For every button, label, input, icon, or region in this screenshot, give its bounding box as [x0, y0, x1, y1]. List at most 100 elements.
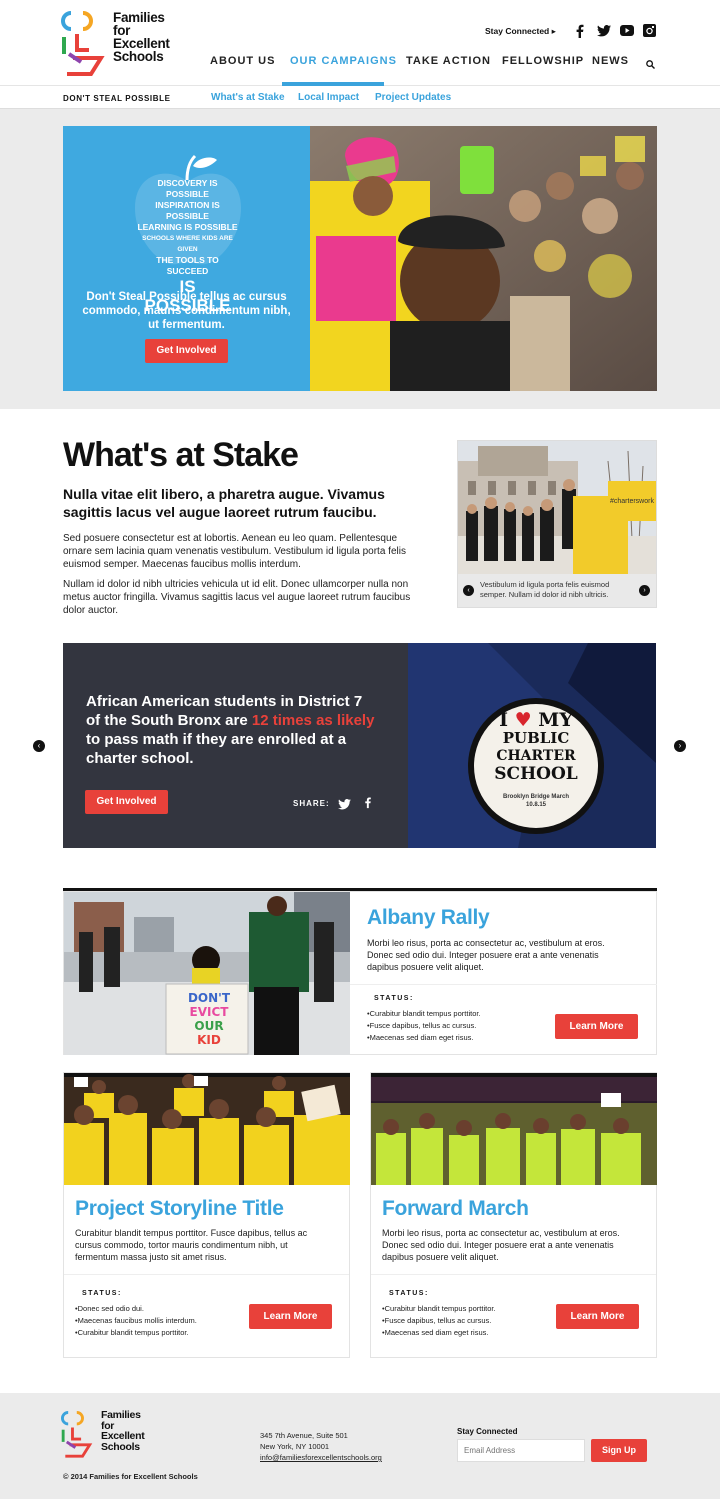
status-list: Donec sed odio dui. Maecenas faucibus mo… — [75, 1303, 197, 1339]
search-icon[interactable] — [646, 56, 655, 74]
status-item: Curabitur blandit tempus porttitor. — [367, 1008, 481, 1020]
status-item: Fusce dapibus, tellus ac cursus. — [367, 1020, 481, 1032]
apple-line: THE TOOLS TO SUCCEED — [156, 255, 219, 276]
status-item: Donec sed odio dui. — [75, 1303, 197, 1315]
apple-line: DISCOVERY IS POSSIBLE — [157, 178, 218, 199]
card-title[interactable]: Project Storyline Title — [75, 1197, 284, 1221]
logo-line: Schools — [101, 1440, 140, 1453]
apple-line: INSPIRATION IS POSSIBLE — [155, 200, 220, 221]
hero-photo — [310, 126, 657, 391]
address-line: 345 7th Avenue, Suite 501 — [260, 1431, 348, 1440]
gallery-prev-icon[interactable]: ‹ — [463, 585, 474, 596]
logo-line: Schools — [113, 49, 164, 64]
stay-connected-link[interactable]: Stay Connected ▸ — [485, 26, 556, 37]
logo-mark-icon[interactable] — [61, 10, 107, 76]
subnav-link-whats-at-stake[interactable]: What's at Stake — [211, 92, 285, 103]
youtube-icon[interactable] — [620, 25, 634, 36]
sign-line: KID — [197, 1033, 221, 1047]
nav-our-campaigns[interactable]: OUR CAMPAIGNS — [290, 55, 397, 67]
learn-more-button[interactable]: Learn More — [556, 1304, 639, 1329]
charter-button-photo: I ♥ MY PUBLIC CHARTER SCHOOL Brooklyn Br… — [408, 643, 656, 848]
gallery-caption: Vestibulum id ligula porta felis euismod… — [480, 580, 610, 599]
footer-address: 345 7th Avenue, Suite 501 New York, NY 1… — [260, 1430, 382, 1463]
learn-more-button[interactable]: Learn More — [555, 1014, 638, 1039]
stay-connected-label: Stay Connected — [485, 26, 550, 36]
site-header: Families for Excellent Schools Stay Conn… — [0, 0, 720, 86]
chevron-right-icon: ▸ — [551, 26, 556, 36]
facebook-icon[interactable] — [575, 24, 585, 38]
sign-line: EVICT — [189, 1005, 229, 1019]
twitter-icon[interactable] — [597, 25, 611, 37]
card-image — [371, 1073, 657, 1185]
stat-get-involved-button[interactable]: Get Involved — [85, 790, 168, 814]
footer-logo-mark-icon[interactable] — [61, 1410, 94, 1458]
card-description: Morbi leo risus, porta ac consectetur ac… — [382, 1228, 620, 1262]
section-subtitle: Nulla vitae elit libero, a pharetra augu… — [63, 486, 385, 520]
share-facebook-icon[interactable] — [364, 796, 372, 814]
protest-sign-text: DON'T EVICT OUR KID — [174, 991, 244, 1047]
pin-text: PUBLIC — [502, 729, 570, 747]
pin-text: MY — [538, 709, 573, 731]
instagram-icon[interactable] — [643, 24, 656, 37]
campaign-card-forward-march: Forward March Morbi leo risus, porta ac … — [370, 1072, 657, 1358]
press-conference-image: #charterswork — [458, 441, 656, 574]
card-divider — [371, 1274, 656, 1275]
sub-navigation: DON'T STEAL POSSIBLE What's at Stake Loc… — [0, 86, 720, 109]
subnav-link-project-updates[interactable]: Project Updates — [375, 92, 451, 103]
status-list: Curabitur blandit tempus porttitor. Fusc… — [382, 1303, 496, 1339]
pin-text: CHARTER — [496, 748, 576, 764]
logo-wordmark[interactable]: Families for Excellent Schools — [113, 11, 170, 64]
carousel-prev-icon[interactable]: ‹ — [33, 740, 45, 752]
subnav-link-local-impact[interactable]: Local Impact — [298, 92, 359, 103]
nav-fellowship[interactable]: FELLOWSHIP — [502, 55, 584, 67]
nav-about-us[interactable]: ABOUT US — [210, 55, 275, 67]
card-title[interactable]: Forward March — [382, 1197, 529, 1221]
card-description: Morbi leo risus, porta ac consectetur ac… — [367, 938, 605, 972]
status-item: Maecenas sed diam eget risus. — [382, 1327, 496, 1339]
apple-line: SCHOOLS WHERE KIDS ARE GIVEN — [142, 235, 233, 253]
stat-highlight: 12 times as likely — [251, 712, 375, 729]
crowd-yellow-image — [64, 1073, 350, 1185]
status-item: Maecenas faucibus mollis interdum. — [75, 1315, 197, 1327]
card-image — [64, 1073, 350, 1185]
logo-line: Excellent — [101, 1430, 145, 1442]
pin-small-text: Brooklyn Bridge March 10.8.15 — [486, 793, 586, 809]
stat-text-part: to pass math if they are enrolled at a c… — [86, 731, 347, 767]
carousel-next-icon[interactable]: › — [674, 740, 686, 752]
copyright: © 2014 Families for Excellent Schools — [63, 1472, 198, 1481]
share-twitter-icon[interactable] — [338, 797, 351, 815]
sign-up-button[interactable]: Sign Up — [591, 1439, 647, 1462]
status-label: STATUS: — [82, 1290, 122, 1297]
card-description: Curabitur blandit tempus porttitor. Fusc… — [75, 1228, 308, 1262]
pin-text: I — [499, 709, 508, 731]
nav-take-action[interactable]: TAKE ACTION — [406, 55, 491, 67]
sign-line: DON'T — [187, 991, 231, 1005]
heart-icon: ♥ — [514, 709, 532, 731]
status-item: Maecenas sed diam eget risus. — [367, 1032, 481, 1044]
share-label: SHARE: — [293, 799, 330, 808]
footer-email-link[interactable]: info@familiesforexcellentschools.org — [260, 1452, 382, 1463]
nav-news[interactable]: NEWS — [592, 55, 629, 67]
address-line: New York, NY 10001 — [260, 1442, 330, 1451]
logo-line: Families — [101, 1409, 141, 1421]
pin-text: SCHOOL — [494, 764, 578, 784]
status-item: Curabitur blandit tempus porttitor. — [75, 1327, 197, 1339]
hero-get-involved-button[interactable]: Get Involved — [145, 339, 228, 363]
section-paragraph: Nullam id dolor id nibh ultricies vehicu… — [63, 579, 411, 616]
gallery-next-icon[interactable]: › — [639, 585, 650, 596]
newsletter-email-input[interactable] — [457, 1439, 585, 1462]
hero-text: Don't Steal Possible tellus ac cursus co… — [82, 291, 291, 331]
sign-text: #charterswork — [610, 498, 654, 505]
sign-line: OUR — [194, 1019, 224, 1033]
status-label: STATUS: — [389, 1290, 429, 1297]
footer-logo-wordmark[interactable]: Families for Excellent Schools — [101, 1409, 145, 1453]
crowd-green-image — [371, 1073, 657, 1185]
learn-more-button[interactable]: Learn More — [249, 1304, 332, 1329]
card-title[interactable]: Albany Rally — [367, 906, 490, 930]
campaign-title: DON'T STEAL POSSIBLE — [63, 94, 171, 103]
card-divider — [350, 984, 657, 985]
rally-photo-image — [310, 126, 657, 391]
footer-stay-connected: Stay Connected — [457, 1427, 518, 1436]
stat-text: African American students in District 7 … — [86, 692, 376, 768]
pin-text: 10.8.15 — [525, 802, 547, 808]
